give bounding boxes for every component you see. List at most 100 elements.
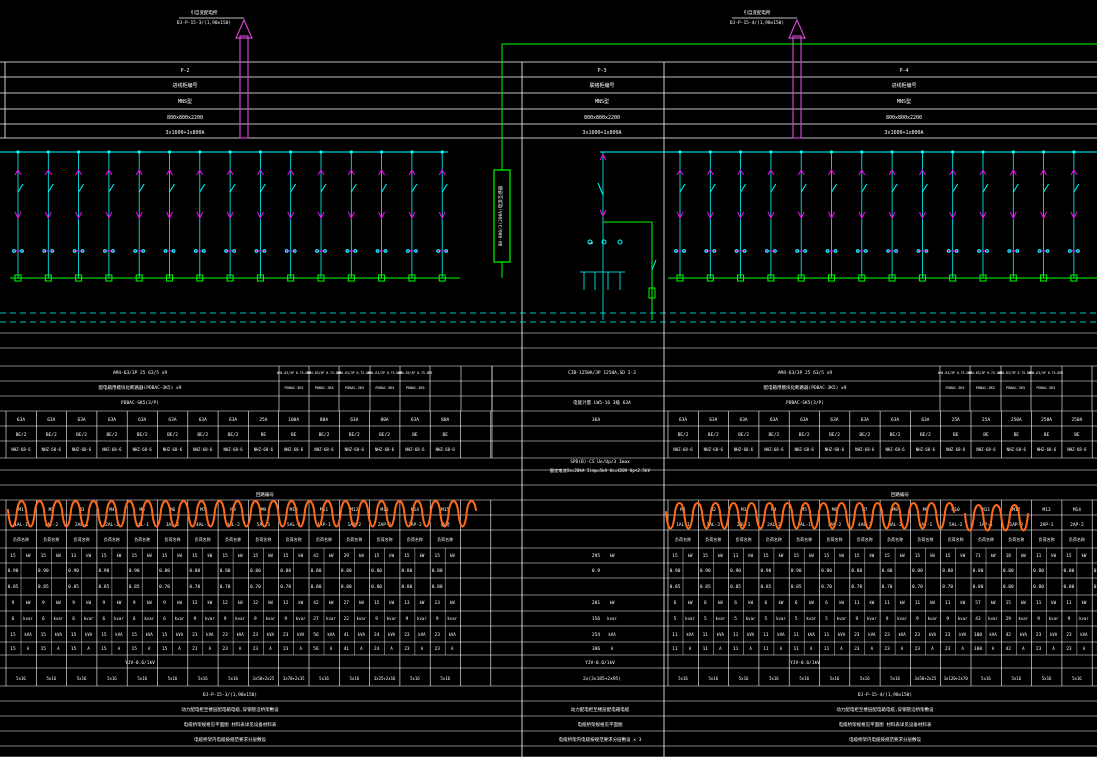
sjs-value: 11 bbox=[824, 632, 830, 638]
sjs-value-unit: kVA bbox=[449, 632, 457, 637]
qjs-value-unit: kvar bbox=[715, 616, 725, 621]
kw-value-unit: kW bbox=[450, 553, 455, 558]
cable-spec: 3x50+2x25 bbox=[253, 676, 275, 681]
pjs-value: 9 bbox=[72, 600, 75, 606]
load-name: 负荷名称 bbox=[225, 536, 241, 542]
ijs-value-unit: A bbox=[451, 646, 454, 651]
ijs-value: 23 bbox=[222, 646, 228, 652]
ijs-value: 15 bbox=[101, 646, 107, 652]
pole-text: BE bbox=[412, 432, 418, 438]
center-spec-text: CIB-1250A/3P 1250A,SD I-3 bbox=[568, 370, 636, 376]
load-name: 负荷名称 bbox=[1039, 536, 1055, 542]
pjs-value: 6 bbox=[674, 600, 677, 606]
sjs-value-unit: kVA bbox=[146, 632, 154, 637]
qjs-value-unit: kvar bbox=[837, 616, 847, 621]
qjs-value-unit: kvar bbox=[53, 616, 63, 621]
breaker-switch-icon bbox=[169, 183, 175, 193]
breaker-switch-icon bbox=[47, 183, 54, 193]
sjs-value: 41 bbox=[344, 632, 350, 638]
header-cell-text: 进线柜编号 bbox=[172, 82, 197, 89]
pjs-value: 12 bbox=[222, 600, 228, 606]
bus-node bbox=[198, 150, 202, 154]
pole-text: BE/2 bbox=[349, 432, 360, 438]
pjs-value: 6 bbox=[825, 600, 828, 606]
ijs-value: 15 bbox=[131, 646, 137, 652]
qjs-value: 9 bbox=[946, 616, 949, 622]
kw-value: 15 bbox=[162, 553, 168, 559]
pjs-value: 11 bbox=[915, 600, 921, 606]
kw-value: 15 bbox=[703, 553, 709, 559]
ijs-value-unit: A bbox=[1052, 646, 1055, 651]
kw-value: 15 bbox=[915, 553, 921, 559]
kw-value-unit: kW bbox=[809, 553, 814, 558]
header-cell-text: 800x800x2200 bbox=[886, 115, 922, 121]
pole-text: BE/2 bbox=[738, 432, 749, 438]
cos-value: 0.85 bbox=[700, 584, 711, 590]
pjs-value: 13 bbox=[404, 600, 410, 606]
load-name: 负荷名称 bbox=[887, 536, 903, 542]
pjs-value: 9 bbox=[133, 600, 136, 606]
qjs-value: 9 bbox=[375, 616, 378, 622]
qjs-value-unit: kvar bbox=[685, 616, 695, 621]
pjs-value: 6 bbox=[765, 600, 768, 606]
cos-value: 0.80 bbox=[1033, 584, 1044, 590]
side-spec-text: AM4-63/3P 0.75-DM5 bbox=[398, 371, 433, 375]
qjs-value: 5 bbox=[765, 616, 768, 622]
model-text: NHZ-68-6 bbox=[102, 447, 122, 452]
rating-text: 250A bbox=[1011, 417, 1022, 423]
load-name: 负荷名称 bbox=[255, 536, 271, 542]
ijs-value: 23 bbox=[915, 646, 921, 652]
kx-value: 0.90 bbox=[8, 568, 19, 574]
table-title: 回路编号 bbox=[891, 491, 909, 498]
spd-breaker-icon bbox=[651, 259, 657, 271]
rating-text: 250A bbox=[1071, 417, 1082, 423]
qjs-value: 5 bbox=[674, 616, 677, 622]
bus-node bbox=[289, 150, 293, 154]
rating-text: 63A bbox=[199, 417, 207, 423]
rating-text: 63A bbox=[350, 417, 358, 423]
qjs-value: 27 bbox=[313, 616, 319, 622]
cable-spec: 3x50+2x25 bbox=[915, 676, 937, 681]
ijs-value: 23 bbox=[945, 646, 951, 652]
model-text: NHZ-68-6 bbox=[704, 447, 724, 452]
kw-value: 15 bbox=[101, 553, 107, 559]
cable-spec: 5x16 bbox=[739, 676, 749, 681]
kw-value: 15 bbox=[763, 553, 769, 559]
qjs-value-unit: kvar bbox=[746, 616, 756, 621]
cos-value: 0.85 bbox=[730, 584, 741, 590]
sjs-value-unit: kVA bbox=[959, 632, 967, 637]
feeder-column bbox=[792, 35, 802, 139]
kw-value: 15 bbox=[793, 553, 799, 559]
meter-icon bbox=[617, 239, 623, 245]
sjs-value: 21 bbox=[192, 632, 198, 638]
qjs-value: 9 bbox=[1037, 616, 1040, 622]
pjs-value-unit: kW bbox=[1021, 600, 1026, 605]
coupler-feed-line bbox=[501, 43, 1097, 170]
kw-value: 15 bbox=[945, 553, 951, 559]
bus-node bbox=[890, 150, 894, 154]
sjs-value: 56 bbox=[313, 632, 319, 638]
load-name: 负荷名称 bbox=[796, 536, 812, 542]
circuit-name: 1AL-1 bbox=[14, 522, 28, 528]
ijs-value-unit: A bbox=[118, 646, 121, 651]
qjs-value-unit: kvar bbox=[806, 616, 816, 621]
center-unit: A bbox=[611, 646, 614, 651]
cos-value: 0.85 bbox=[760, 584, 771, 590]
kw-value-unit: kW bbox=[991, 553, 996, 558]
bus-node bbox=[258, 150, 262, 154]
sjs-value: 15 bbox=[101, 632, 107, 638]
rating-text: 63A bbox=[168, 417, 176, 423]
kx-value: 0.90 bbox=[791, 568, 802, 574]
cable-spec: 3x120+2x70 bbox=[944, 676, 969, 681]
load-name: 负荷名称 bbox=[134, 536, 150, 542]
kx-value: 0.80 bbox=[1003, 568, 1014, 574]
circuit-id: M9 bbox=[261, 507, 267, 513]
sjs-value: 15 bbox=[41, 632, 47, 638]
kx-value: 0.80 bbox=[250, 568, 261, 574]
pjs-value-unit: kW bbox=[1081, 600, 1086, 605]
pjs-value-unit: kW bbox=[930, 600, 935, 605]
sjs-value-unit: kVA bbox=[868, 632, 876, 637]
header-cell-text: 联络柜编号 bbox=[589, 82, 614, 89]
ijs-value-unit: A bbox=[390, 646, 393, 651]
ijs-value: 23 bbox=[434, 646, 440, 652]
